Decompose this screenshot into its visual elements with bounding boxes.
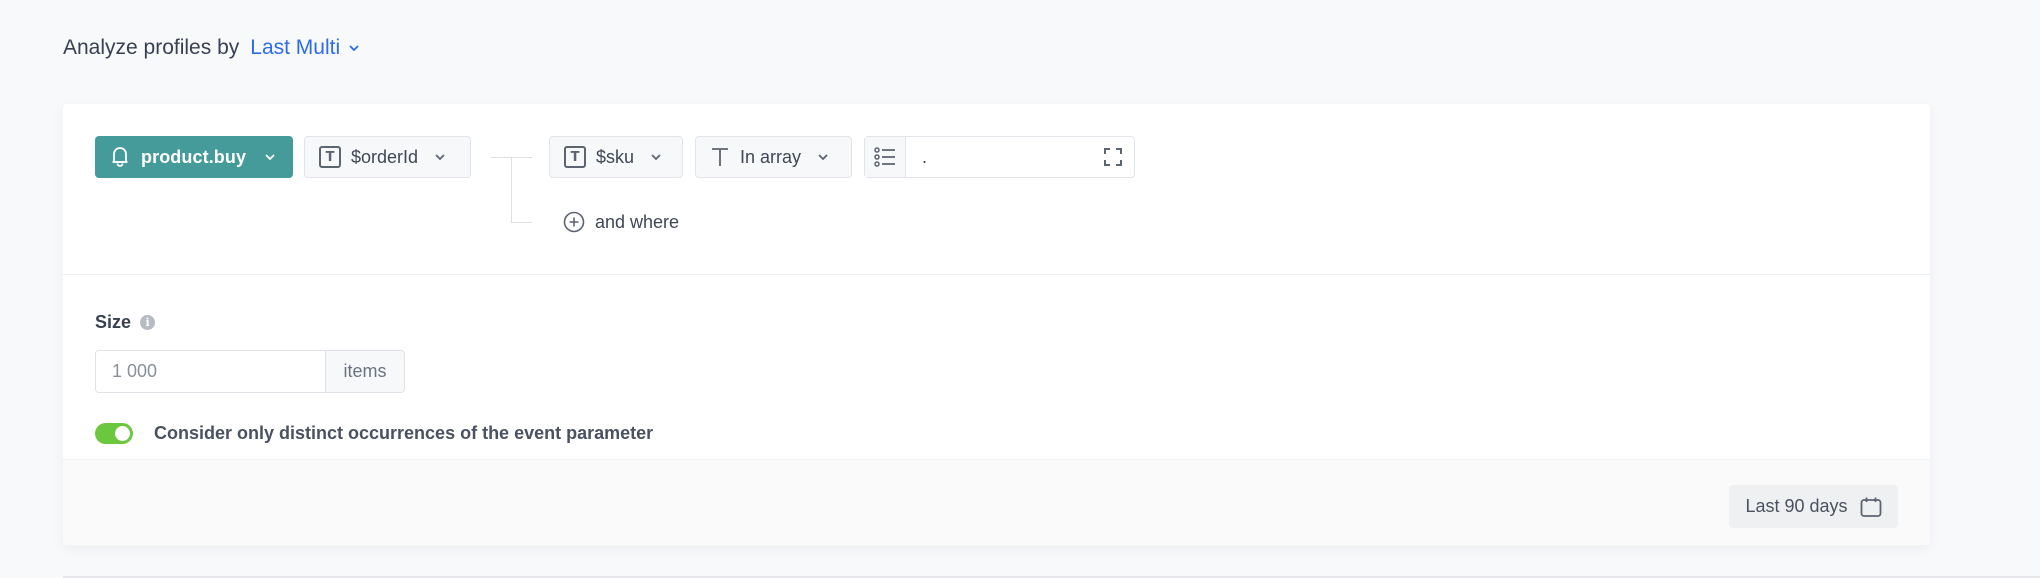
chevron-down-icon <box>265 154 275 161</box>
page-header: Analyze profiles by Last Multi <box>63 33 360 63</box>
tree-connector <box>511 157 512 222</box>
analysis-card: product.buy T $orderId T $sku In array .… <box>63 104 1930 545</box>
date-range-label: Last 90 days <box>1745 496 1848 516</box>
analyze-by-label: Last Multi <box>250 36 341 59</box>
text-type-icon: T <box>564 146 586 168</box>
list-icon <box>874 147 895 167</box>
parameter-name: $orderId <box>351 146 419 167</box>
size-label-group: Size i <box>95 312 156 333</box>
operator-selector[interactable]: In array <box>695 136 852 178</box>
bell-icon <box>112 147 128 167</box>
expand-icon <box>1104 148 1122 166</box>
distinct-toggle-row: Consider only distinct occurrences of th… <box>95 421 653 445</box>
array-value-input[interactable]: . <box>864 136 1135 178</box>
tree-connector <box>511 222 532 223</box>
event-name: product.buy <box>141 146 247 167</box>
options-section: Size i items Consider only distinct occu… <box>63 275 1930 459</box>
info-icon[interactable]: i <box>140 315 156 330</box>
attribute-name: $sku <box>596 146 635 167</box>
chevron-down-icon <box>651 154 661 161</box>
toggle-knob <box>115 425 130 441</box>
size-unit: items <box>325 351 404 392</box>
array-value-text[interactable]: . <box>906 147 1092 168</box>
distinct-toggle[interactable] <box>95 422 133 444</box>
page-title: Analyze profiles by <box>63 36 240 59</box>
size-label: Size <box>95 312 132 332</box>
card-footer: Last 90 days <box>63 459 1930 545</box>
attribute-selector[interactable]: T $sku <box>549 136 683 178</box>
operator-name: In array <box>740 146 802 167</box>
parameter-selector[interactable]: T $orderId <box>304 136 471 178</box>
filter-section: product.buy T $orderId T $sku In array .… <box>63 104 1930 275</box>
size-input[interactable] <box>96 351 325 392</box>
list-mode-button[interactable] <box>865 137 906 177</box>
size-input-group: items <box>95 350 405 393</box>
calendar-icon <box>1860 497 1881 517</box>
text-type-icon: T <box>319 146 341 168</box>
expand-button[interactable] <box>1092 147 1134 167</box>
chevron-down-icon <box>349 45 359 52</box>
text-operator-icon <box>712 148 728 166</box>
add-and-where-button[interactable]: and where <box>563 209 679 235</box>
event-selector-button[interactable]: product.buy <box>95 136 293 178</box>
chevron-down-icon <box>435 154 445 161</box>
date-range-button[interactable]: Last 90 days <box>1729 485 1898 528</box>
chevron-down-icon <box>818 154 828 161</box>
and-where-label: and where <box>595 211 680 232</box>
analyze-by-selector[interactable]: Last Multi <box>250 36 360 60</box>
plus-circle-icon <box>563 211 585 233</box>
distinct-toggle-label: Consider only distinct occurrences of th… <box>154 422 654 443</box>
